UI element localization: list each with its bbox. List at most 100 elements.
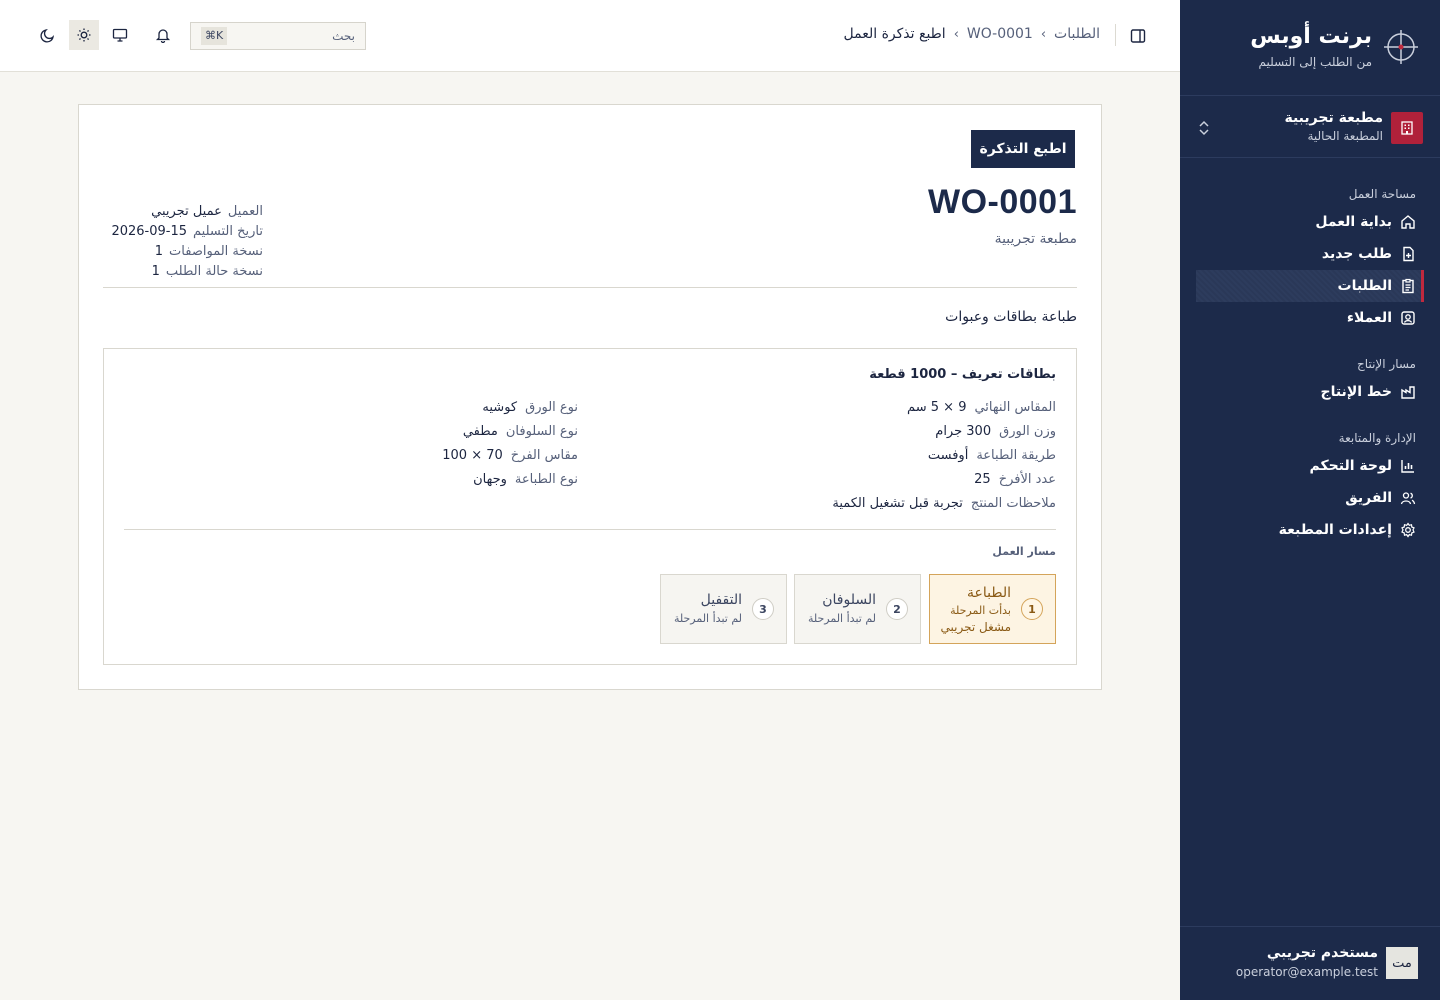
- sidebar-item-label: إعدادات المطبعة: [1278, 522, 1392, 538]
- avatar: مت: [1386, 947, 1418, 979]
- stage-number: 3: [752, 598, 774, 620]
- spec-row: مقاس الفرخ 70 × 100: [442, 447, 578, 463]
- sidebar-item-production-line[interactable]: خط الإنتاج: [1196, 376, 1424, 408]
- stage-name: التقفيل: [700, 592, 742, 608]
- shop-name: مطبعة تجريبية: [994, 231, 1077, 247]
- spec-row: نوع الورق كوشيه: [482, 399, 578, 415]
- spec-row: وزن الورق 300 جرام: [935, 423, 1056, 439]
- search-input[interactable]: [235, 23, 355, 49]
- breadcrumb-orders[interactable]: الطلبات: [1054, 26, 1100, 42]
- breadcrumb: الطلبات › WO-0001 › اطبع تذكرة العمل: [844, 26, 1100, 42]
- specs-right-column: المقاس النهائي 9 × 5 سم وزن الورق 300 جرام…: [832, 395, 1056, 515]
- stage-operator: مشغل تجريبي: [940, 620, 1012, 634]
- sidebar-item-home[interactable]: بداية العمل: [1196, 206, 1424, 238]
- meta-status-version: نسخة حالة الطلب 1: [151, 263, 263, 279]
- sidebar-item-customers[interactable]: العملاء: [1196, 302, 1424, 334]
- contact-icon: [1400, 310, 1416, 326]
- org-subtitle: المطبعة الحالية: [1307, 129, 1383, 143]
- notifications-button[interactable]: [148, 20, 178, 50]
- workflow-stage-finishing[interactable]: 3 التقفيل لم تبدأ المرحلة: [660, 574, 787, 644]
- nav-section-workspace: مساحة العمل: [1348, 187, 1416, 201]
- chevron-left-icon: ›: [953, 26, 959, 42]
- gear-icon: [1400, 522, 1416, 538]
- moon-icon: [40, 28, 55, 43]
- user-email: operator@example.test: [1235, 965, 1378, 979]
- workflow-label: مسار العمل: [992, 545, 1056, 558]
- stage-name: السلوفان: [822, 592, 876, 608]
- chevrons-up-down-icon[interactable]: [1194, 118, 1214, 138]
- sidebar-item-settings[interactable]: إعدادات المطبعة: [1196, 514, 1424, 546]
- users-icon: [1400, 490, 1416, 506]
- sidebar-item-orders[interactable]: الطلبات: [1196, 270, 1424, 302]
- specs-left-column: نوع الورق كوشيه نوع السلوفان مطفي مقاس الف…: [442, 395, 578, 491]
- sidebar-item-new-order[interactable]: طلب جديد: [1196, 238, 1424, 270]
- divider: [103, 287, 1077, 288]
- spec-row: نوع الطباعة وجهان: [473, 471, 578, 487]
- ticket-meta: العميل عميل تجريبي تاريخ التسليم 2026-09…: [103, 201, 263, 281]
- nav-section-production: مسار الإنتاج: [1357, 357, 1416, 371]
- crosshair-logo-icon: [1384, 30, 1418, 64]
- sidebar-item-label: العملاء: [1346, 310, 1392, 326]
- spec-row: نوع السلوفان مطفي: [462, 423, 578, 439]
- theme-system-button[interactable]: [105, 20, 135, 50]
- search-box[interactable]: ⌘K: [190, 22, 366, 50]
- meta-spec-version: نسخة المواصفات 1: [154, 243, 263, 259]
- stage-status: بدأت المرحلة: [950, 604, 1011, 617]
- sidebar-item-label: بداية العمل: [1315, 214, 1392, 230]
- monitor-icon: [112, 28, 128, 42]
- sidebar-item-label: طلب جديد: [1321, 246, 1392, 262]
- sidebar-item-label: لوحة التحكم: [1309, 458, 1392, 474]
- print-ticket-button[interactable]: اطبع التذكرة: [971, 130, 1075, 168]
- home-icon: [1400, 214, 1416, 230]
- sidebar: برنت أوبس من الطلب إلى التسليم مطبعة تجر…: [1180, 0, 1440, 1000]
- sidebar-toggle-icon[interactable]: [1128, 26, 1148, 46]
- topbar: الطلبات › WO-0001 › اطبع تذكرة العمل ⌘K: [0, 0, 1180, 72]
- work-ticket-card: اطبع التذكرة WO-0001 مطبعة تجريبية العمي…: [78, 104, 1102, 690]
- line-item: بطاقات تعريف – 1000 قطعة المقاس النهائي 9…: [103, 348, 1077, 665]
- stage-number: 1: [1021, 598, 1043, 620]
- clipboard-icon: [1400, 278, 1416, 294]
- item-title: بطاقات تعريف – 1000 قطعة: [869, 367, 1056, 382]
- spec-row: المقاس النهائي 9 × 5 سم: [907, 399, 1056, 415]
- spec-row: طريقة الطباعة أوفست: [927, 447, 1056, 463]
- sidebar-item-label: الفريق: [1345, 490, 1392, 506]
- factory-icon: [1400, 384, 1416, 400]
- search-shortcut: ⌘K: [201, 27, 228, 45]
- brand-subtitle: من الطلب إلى التسليم: [1258, 55, 1372, 69]
- divider: [1115, 24, 1116, 46]
- stage-status: لم تبدأ المرحلة: [673, 612, 742, 625]
- user-menu[interactable]: مت مستخدم تجريبي operator@example.test: [1180, 926, 1440, 1000]
- spec-row: عدد الأفرخ 25: [974, 471, 1056, 487]
- meta-customer: العميل عميل تجريبي: [151, 203, 263, 219]
- theme-light-button[interactable]: [69, 20, 99, 50]
- sidebar-item-label: الطلبات: [1337, 278, 1392, 294]
- org-name: مطبعة تجريبية: [1284, 110, 1383, 126]
- work-order-number: WO-0001: [928, 183, 1077, 221]
- meta-delivery: تاريخ التسليم 2026-09-15: [111, 223, 263, 239]
- spec-row: ملاحظات المنتج تجربة قبل تشغيل الكمية: [832, 495, 1056, 511]
- stage-name: الطباعة: [967, 585, 1011, 601]
- breadcrumb-order[interactable]: WO-0001: [967, 26, 1033, 42]
- org-switcher[interactable]: مطبعة تجريبية المطبعة الحالية: [1180, 96, 1440, 158]
- divider: [124, 529, 1056, 530]
- sun-icon: [77, 28, 91, 42]
- theme-dark-button[interactable]: [33, 20, 63, 50]
- workflow-stage-printing[interactable]: 1 الطباعة بدأت المرحلة مشغل تجريبي: [929, 574, 1056, 644]
- job-title: طباعة بطاقات وعبوات: [945, 309, 1077, 325]
- bell-icon: [155, 29, 171, 43]
- breadcrumb-current: اطبع تذكرة العمل: [843, 26, 946, 42]
- workflow-stage-lamination[interactable]: 2 السلوفان لم تبدأ المرحلة: [794, 574, 921, 644]
- chevron-left-icon: ›: [1040, 26, 1047, 42]
- stage-number: 2: [886, 598, 908, 620]
- sidebar-item-label: خط الإنتاج: [1320, 384, 1393, 400]
- bar-chart-icon: [1400, 458, 1416, 474]
- stage-status: لم تبدأ المرحلة: [807, 612, 876, 625]
- user-name: مستخدم تجريبي: [1266, 945, 1378, 961]
- building-icon: [1391, 112, 1423, 144]
- brand: برنت أوبس من الطلب إلى التسليم: [1180, 0, 1440, 96]
- sidebar-item-dashboard[interactable]: لوحة التحكم: [1196, 450, 1424, 482]
- sidebar-item-team[interactable]: الفريق: [1196, 482, 1424, 514]
- brand-title: برنت أوبس: [1250, 24, 1372, 49]
- nav-section-admin: الإدارة والمتابعة: [1338, 431, 1416, 445]
- file-plus-icon: [1400, 246, 1416, 262]
